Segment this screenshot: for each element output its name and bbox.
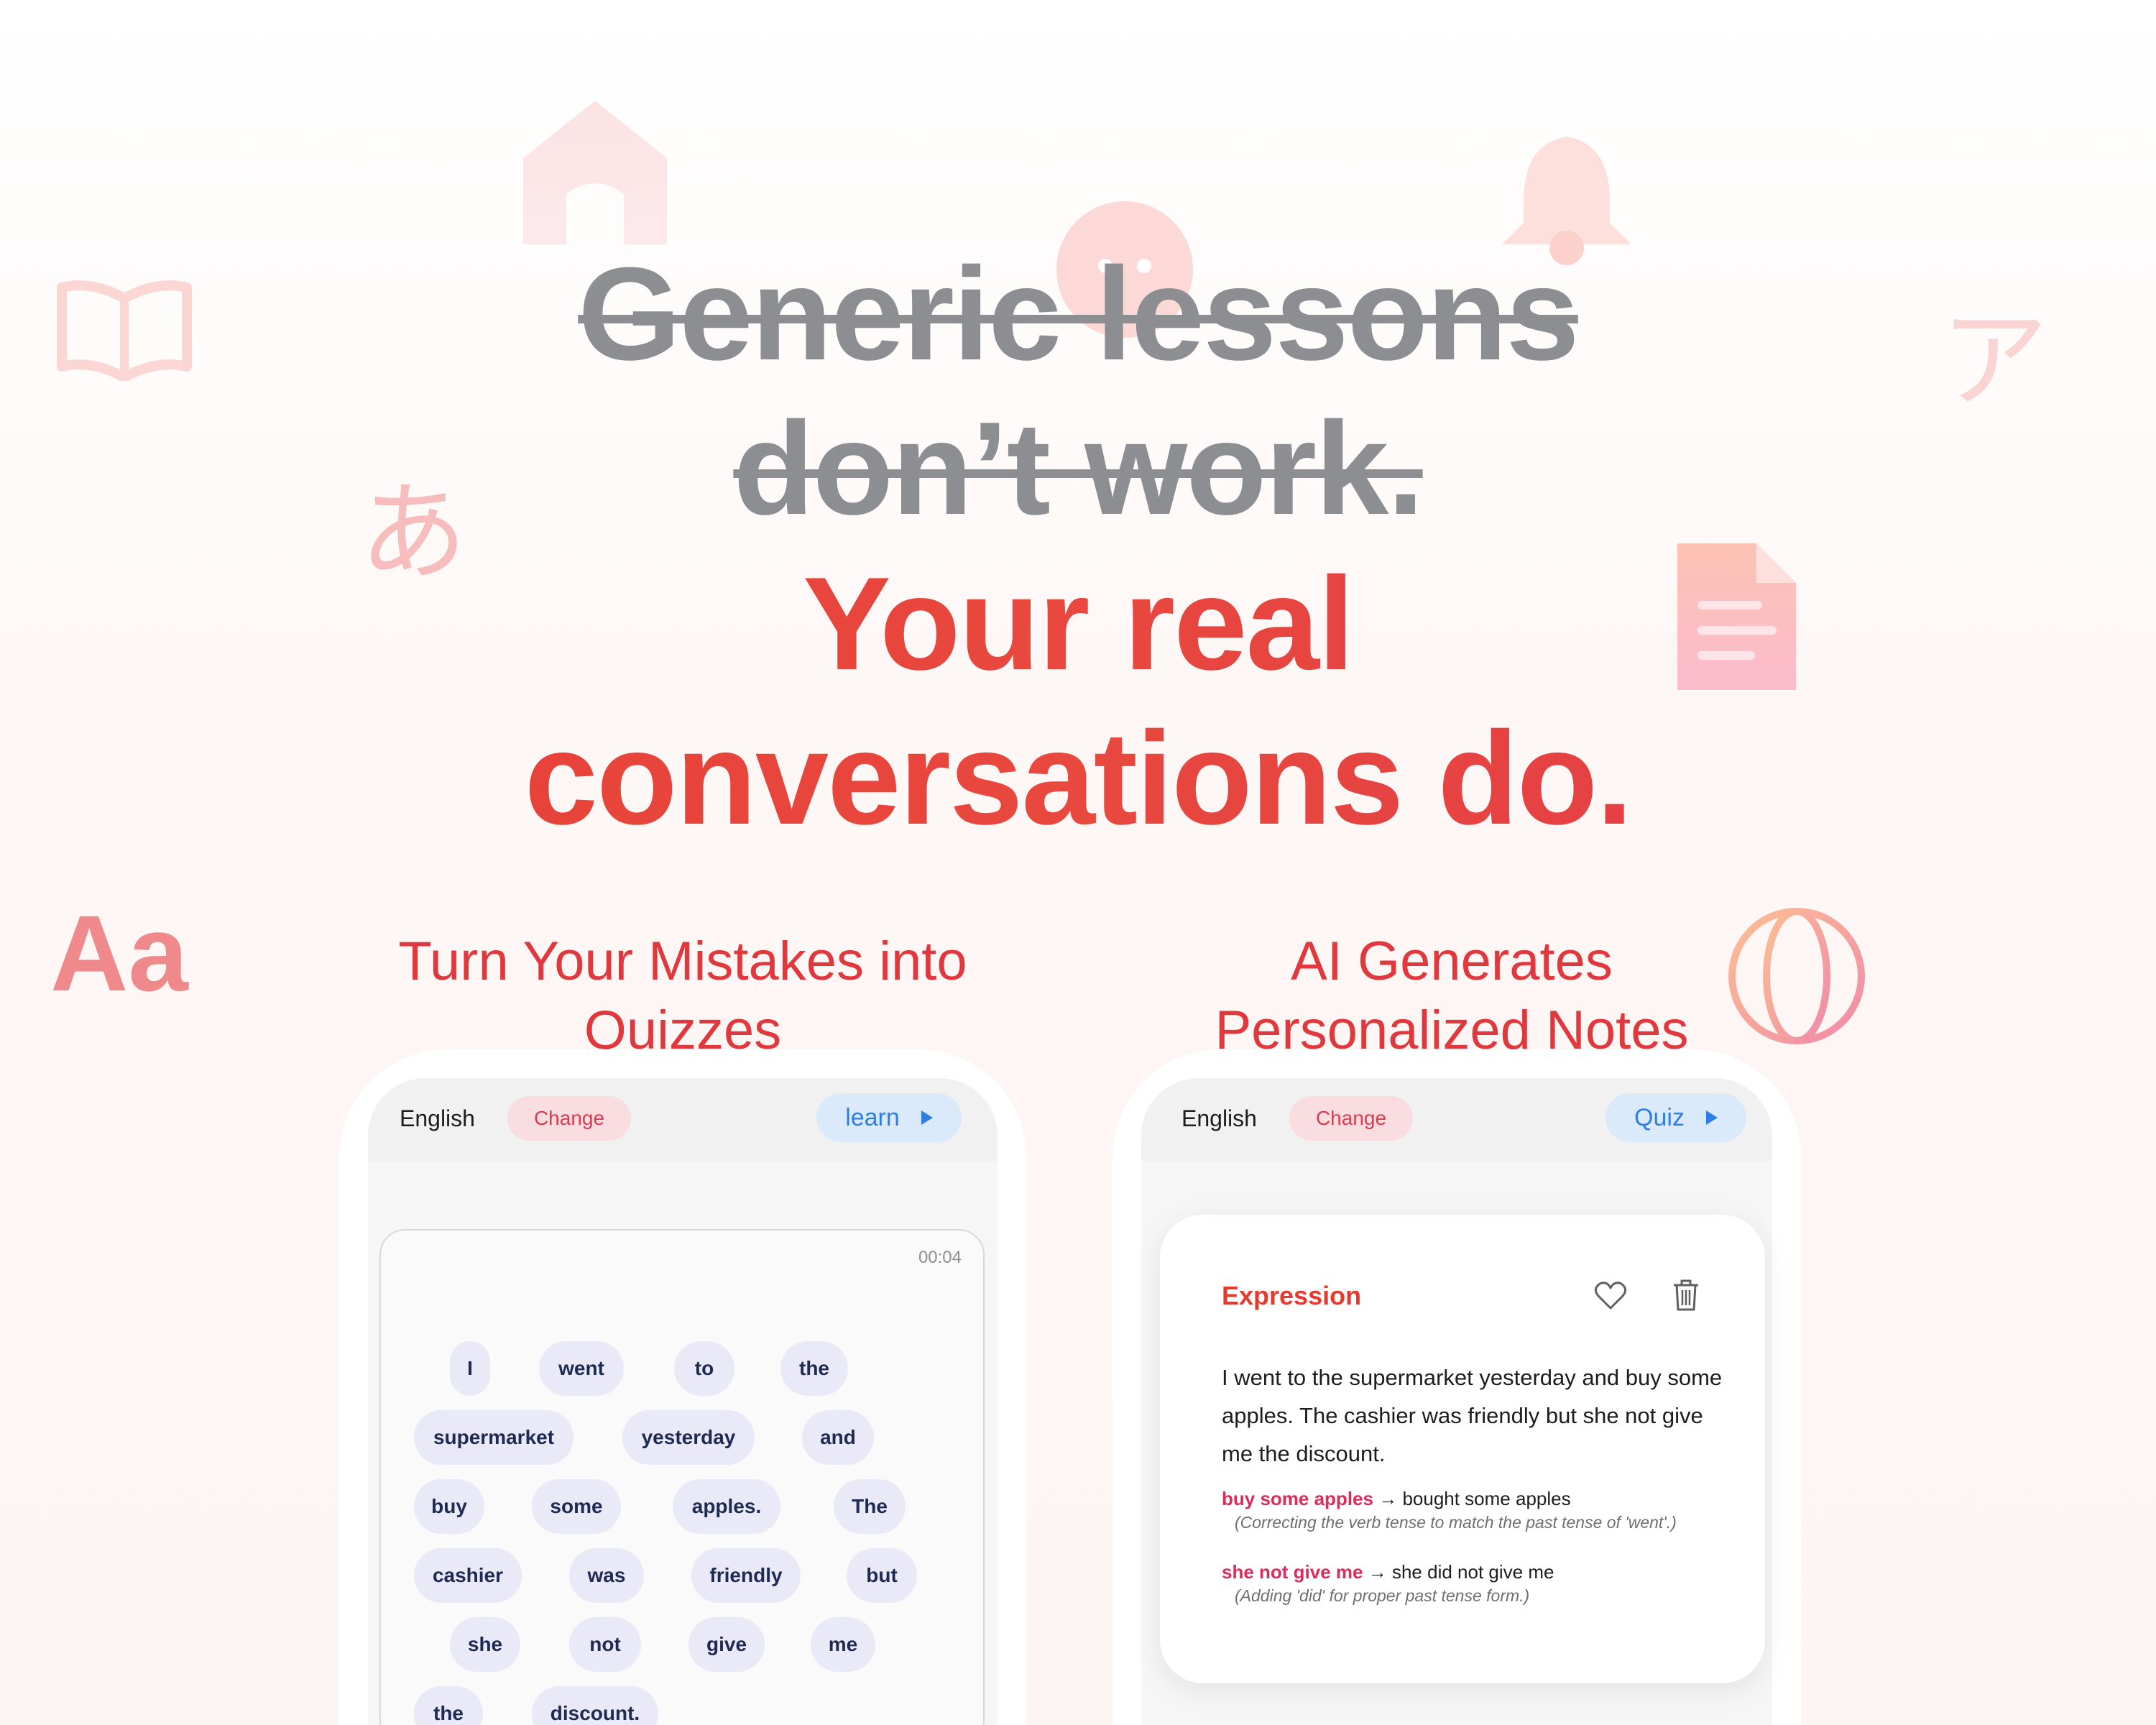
word-quiz-card: 00:04 I went to the supermarket yesterda… — [379, 1229, 985, 1725]
word-chip[interactable]: she — [450, 1617, 520, 1672]
expression-note-card: Expression I went to the supermarket yes… — [1160, 1215, 1765, 1683]
word-chip[interactable]: discount. — [532, 1686, 658, 1725]
change-label: Change — [533, 1107, 605, 1129]
struck-headline-line1: Generic lessons — [578, 239, 1580, 387]
struck-headline-line2: don’t work. — [733, 394, 1424, 542]
learn-button[interactable]: learn — [816, 1093, 962, 1142]
quiz-label: Quiz — [1634, 1103, 1685, 1131]
correction-note: (Adding 'did' for proper past tense form… — [1235, 1586, 1530, 1605]
correction-right: she did not give me — [1391, 1561, 1554, 1583]
word-chip[interactable]: was — [569, 1548, 644, 1603]
quiz-phone-mockup: English Change learn 00:04 I went to the… — [368, 1078, 998, 1725]
notes-top-bar: English Change Quiz — [1141, 1078, 1772, 1162]
word-chip[interactable]: cashier — [414, 1548, 522, 1603]
word-chip[interactable]: not — [569, 1617, 641, 1672]
latin-decor: Aa — [50, 893, 188, 1013]
word-chip[interactable]: The — [834, 1479, 906, 1534]
trash-icon[interactable] — [1672, 1278, 1700, 1312]
quiz-button[interactable]: Quiz — [1606, 1093, 1746, 1142]
feature-title-quizzes: Turn Your Mistakes into Quizzes — [398, 931, 967, 1061]
globe-icon — [1728, 908, 1865, 1044]
correction-note: (Correcting the verb tense to match the … — [1235, 1513, 1677, 1532]
word-chip[interactable]: friendly — [691, 1548, 801, 1603]
expression-text: I went to the supermarket yesterday and … — [1222, 1365, 1723, 1466]
heart-icon[interactable] — [1594, 1281, 1627, 1311]
expression-label: Expression — [1222, 1281, 1362, 1310]
real-headline-line2: conversations do. — [0, 701, 2156, 855]
correction-right: bought some apples — [1402, 1488, 1571, 1509]
word-chip[interactable]: the — [780, 1341, 848, 1396]
change-language-button[interactable]: Change — [507, 1096, 631, 1141]
word-chip[interactable]: some — [532, 1479, 621, 1534]
quiz-top-bar: English Change learn — [368, 1078, 998, 1162]
arrow-right-icon: → — [1368, 1561, 1392, 1583]
feature-title-notes: AI Generates Personalized Notes — [1215, 931, 1689, 1061]
play-icon — [921, 1110, 933, 1125]
word-chip[interactable]: me — [811, 1617, 875, 1672]
real-headline-line1: Your real — [0, 546, 2156, 701]
language-label: English — [400, 1105, 475, 1131]
notes-phone-mockup: English Change Quiz Expression I went to… — [1141, 1078, 1772, 1725]
word-chip[interactable]: went — [539, 1341, 624, 1396]
change-label: Change — [1315, 1107, 1387, 1129]
real-headline: Your real conversations do. — [0, 546, 2156, 855]
word-chip[interactable]: apples. — [673, 1479, 780, 1534]
correction-line: she not give me → she did not give me — [1222, 1561, 1554, 1583]
house-icon — [523, 101, 667, 244]
arrow-right-icon: → — [1378, 1488, 1403, 1509]
word-chip[interactable]: and — [802, 1410, 874, 1465]
correction-wrong: buy some apples — [1222, 1488, 1373, 1509]
word-chip[interactable]: but — [847, 1548, 917, 1603]
word-chip[interactable]: the — [414, 1686, 483, 1725]
quiz-timer: 00:04 — [918, 1248, 962, 1267]
word-chip[interactable]: to — [674, 1341, 734, 1396]
word-chip[interactable]: supermarket — [414, 1410, 573, 1465]
word-chip[interactable]: I — [450, 1341, 490, 1396]
language-label: English — [1181, 1105, 1257, 1131]
correction-wrong: she not give me — [1222, 1561, 1363, 1583]
correction-line: buy some apples → bought some apples — [1222, 1488, 1571, 1510]
learn-label: learn — [845, 1103, 900, 1131]
change-language-button[interactable]: Change — [1289, 1096, 1413, 1141]
word-chip[interactable]: give — [688, 1617, 765, 1672]
word-chip[interactable]: yesterday — [622, 1410, 755, 1465]
play-icon — [1705, 1110, 1718, 1125]
word-chip[interactable]: buy — [414, 1479, 484, 1534]
